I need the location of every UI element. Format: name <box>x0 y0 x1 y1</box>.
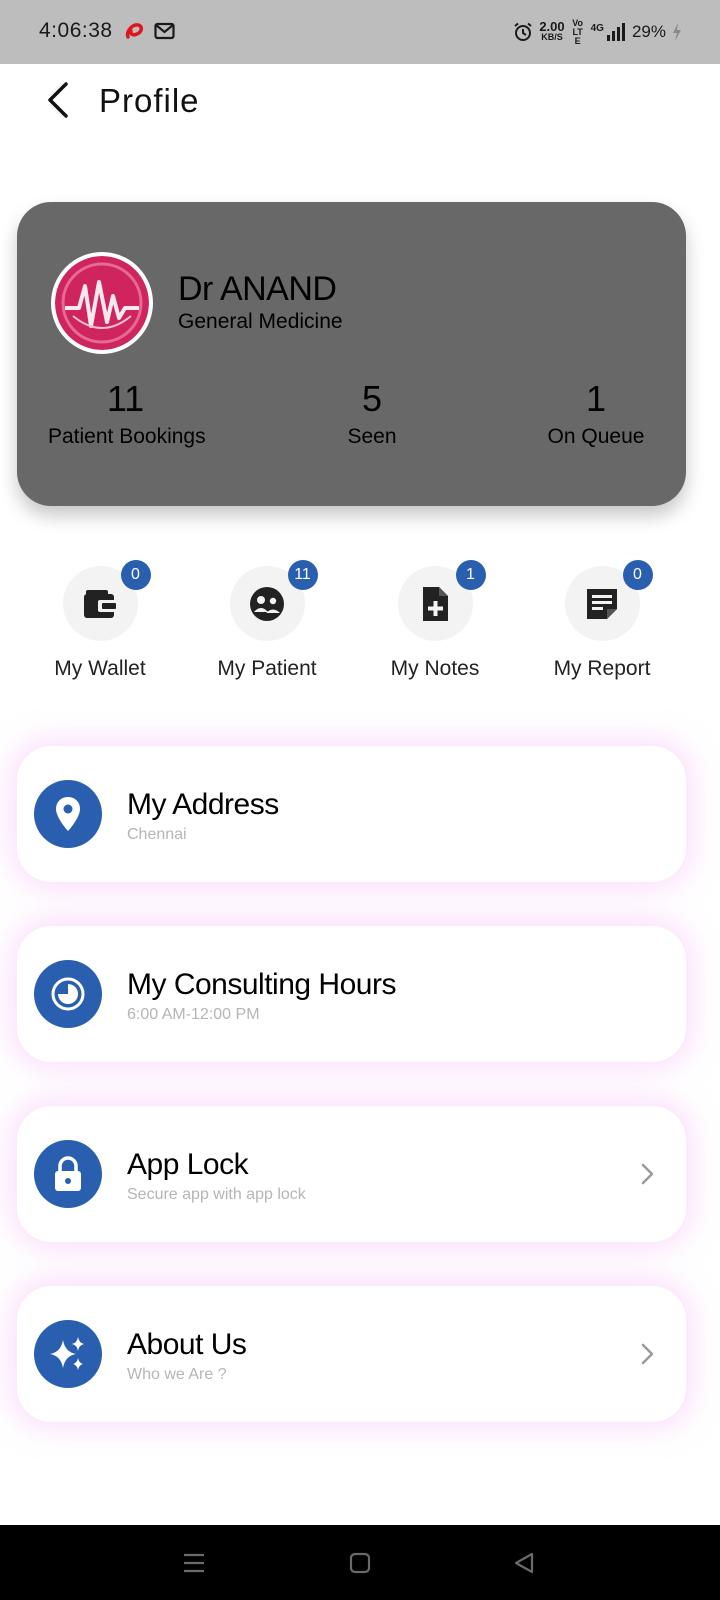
alarm-icon <box>514 22 532 41</box>
wallet-icon <box>84 589 116 618</box>
quick-action-my-patient[interactable]: 11 My Patient <box>182 560 352 681</box>
stat-value: 1 <box>585 378 607 419</box>
quick-action-my-report[interactable]: 0 My Report <box>517 560 687 681</box>
menu-title: App Lock <box>127 1148 249 1181</box>
count-badge: 1 <box>455 560 486 590</box>
quick-action-label: My Report <box>553 657 651 680</box>
menu-item-my-address[interactable]: My Address Chennai <box>17 746 686 882</box>
count-badge: 11 <box>287 560 318 590</box>
menu-lines-icon <box>184 1553 204 1573</box>
stat-value: 11 <box>106 378 145 419</box>
quick-action-label: My Notes <box>390 657 480 680</box>
nav-back-button[interactable] <box>504 1545 544 1581</box>
nav-recents-button[interactable] <box>174 1545 214 1581</box>
menu-title: My Address <box>127 788 279 821</box>
signal-icon <box>606 23 625 41</box>
stat-value: 5 <box>361 378 383 419</box>
gmail-icon <box>154 22 175 40</box>
quick-action-my-wallet[interactable]: 0 My Wallet <box>15 560 185 681</box>
stat-seen[interactable]: 5 Seen <box>327 377 417 449</box>
avatar[interactable] <box>51 252 153 354</box>
home-square-icon <box>349 1552 371 1574</box>
back-arrow-icon <box>48 82 68 118</box>
doctor-specialty: General Medicine <box>178 310 343 333</box>
page-title: Profile <box>99 82 200 119</box>
quick-action-circle: 11 <box>229 560 318 641</box>
back-triangle-icon <box>514 1552 534 1574</box>
network-type: 4G <box>590 22 604 34</box>
location-pin-icon <box>56 797 80 831</box>
patient-group-icon <box>250 586 284 621</box>
menu-icon-circle <box>34 1140 102 1208</box>
back-button[interactable] <box>40 80 76 120</box>
menu-subtitle: 6:00 AM-12:00 PM <box>127 1006 260 1023</box>
app-bar: Profile <box>0 64 720 139</box>
report-icon <box>587 588 617 619</box>
quick-action-circle: 0 <box>62 560 151 641</box>
menu-subtitle: Secure app with app lock <box>127 1186 306 1203</box>
clock-icon <box>51 977 85 1011</box>
chevron-right-icon <box>638 1340 658 1368</box>
note-add-icon <box>423 586 448 621</box>
quick-action-circle: 0 <box>564 560 653 641</box>
status-time: 4:06:38 <box>39 19 113 42</box>
status-right: 2.00 KB/S Vo LTE 4G 29% <box>513 18 682 46</box>
battery-percent: 29% <box>631 22 666 41</box>
doctor-logo-icon <box>55 256 149 350</box>
doctor-name: Dr ANAND <box>178 270 337 308</box>
speed-unit: KB/S <box>541 32 563 42</box>
quick-action-my-notes[interactable]: 1 My Notes <box>350 560 520 681</box>
status-bar: 4:06:38 2.00 KB/S Vo LTE 4G 29% <box>0 0 720 64</box>
menu-title: About Us <box>127 1328 247 1361</box>
stat-label: Patient Bookings <box>48 425 206 448</box>
menu-item-app-lock[interactable]: App Lock Secure app with app lock <box>17 1106 686 1242</box>
quick-action-circle: 1 <box>397 560 486 641</box>
battery-charging-icon <box>673 23 681 41</box>
menu-subtitle: Chennai <box>127 826 187 843</box>
system-nav-bar <box>0 1525 720 1600</box>
nav-home-button[interactable] <box>340 1545 380 1581</box>
menu-subtitle: Who we Are ? <box>127 1366 227 1383</box>
airtel-icon <box>125 23 143 39</box>
count-badge: 0 <box>622 560 653 590</box>
chevron-right-icon <box>638 1160 658 1188</box>
menu-title: My Consulting Hours <box>127 968 396 1001</box>
count-badge: 0 <box>120 560 151 590</box>
profile-card: Dr ANAND General Medicine 11 Patient Boo… <box>17 202 686 506</box>
menu-icon-circle <box>34 960 102 1028</box>
menu-item-consulting-hours[interactable]: My Consulting Hours 6:00 AM-12:00 PM <box>17 926 686 1062</box>
quick-action-label: My Wallet <box>54 657 146 680</box>
sparkle-icon <box>50 1337 84 1370</box>
stat-label: On Queue <box>547 425 645 448</box>
stat-label: Seen <box>347 425 397 448</box>
menu-icon-circle <box>34 780 102 848</box>
lock-icon <box>55 1156 81 1191</box>
stat-patient-bookings[interactable]: 11 Patient Bookings <box>48 377 206 449</box>
quick-action-label: My Patient <box>217 657 317 680</box>
network-speed: 2.00 KB/S <box>539 20 564 43</box>
volte-indicator: Vo LTE <box>572 17 584 46</box>
stat-on-queue[interactable]: 1 On Queue <box>531 377 661 449</box>
menu-item-about-us[interactable]: About Us Who we Are ? <box>17 1286 686 1422</box>
menu-icon-circle <box>34 1320 102 1388</box>
